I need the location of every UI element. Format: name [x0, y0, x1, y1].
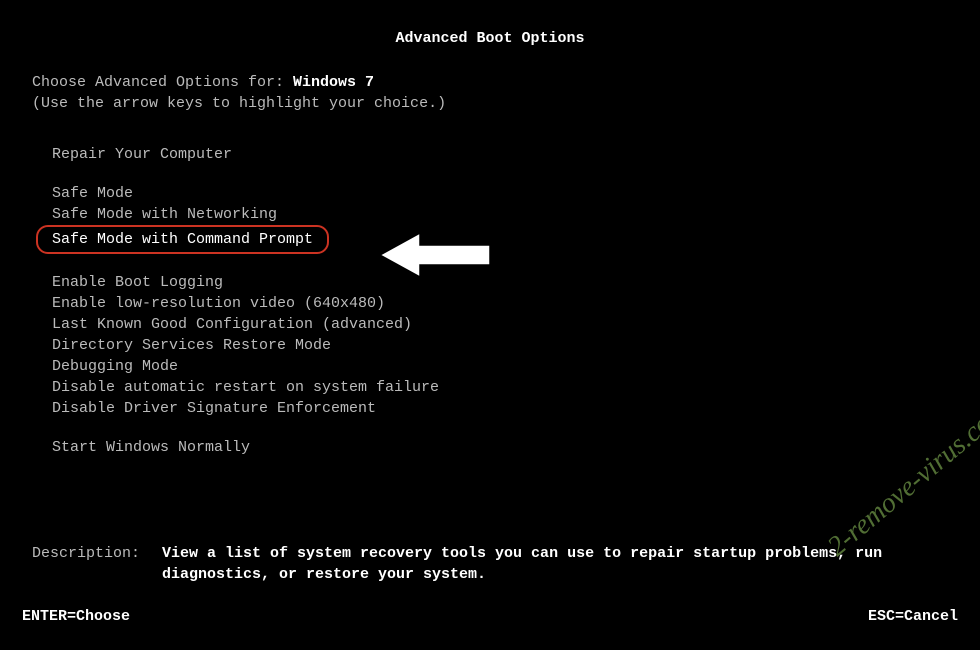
footer-bar: ENTER=Choose ESC=Cancel: [22, 608, 958, 625]
description-block: Description: View a list of system recov…: [32, 543, 948, 585]
description-label: Description:: [32, 543, 162, 585]
menu-item-ds-restore[interactable]: Directory Services Restore Mode: [52, 335, 980, 356]
menu-item-safe-mode-cmd[interactable]: Safe Mode with Command Prompt: [36, 225, 329, 254]
menu-item-disable-restart[interactable]: Disable automatic restart on system fail…: [52, 377, 980, 398]
menu-item-disable-driver-sig[interactable]: Disable Driver Signature Enforcement: [52, 398, 980, 419]
menu-group-safe-mode: Safe Mode Safe Mode with Networking Safe…: [52, 183, 980, 254]
menu-group-normal: Start Windows Normally: [52, 437, 980, 458]
intro-hint: (Use the arrow keys to highlight your ch…: [32, 95, 446, 112]
menu-item-boot-logging[interactable]: Enable Boot Logging: [52, 272, 980, 293]
menu-item-debugging[interactable]: Debugging Mode: [52, 356, 980, 377]
menu-item-last-known-good[interactable]: Last Known Good Configuration (advanced): [52, 314, 980, 335]
menu-item-safe-mode-networking[interactable]: Safe Mode with Networking: [52, 204, 980, 225]
menu-item-safe-mode[interactable]: Safe Mode: [52, 183, 980, 204]
menu-item-safe-mode-cmd-wrapper[interactable]: Safe Mode with Command Prompt: [52, 225, 980, 254]
footer-esc: ESC=Cancel: [868, 608, 958, 625]
intro-block: Choose Advanced Options for: Windows 7 (…: [0, 72, 980, 114]
menu-item-low-res[interactable]: Enable low-resolution video (640x480): [52, 293, 980, 314]
footer-enter: ENTER=Choose: [22, 608, 130, 625]
menu-group-advanced: Enable Boot Logging Enable low-resolutio…: [52, 272, 980, 419]
boot-options-screen: Advanced Boot Options Choose Advanced Op…: [0, 0, 980, 650]
description-text: View a list of system recovery tools you…: [162, 543, 948, 585]
os-name: Windows 7: [293, 74, 374, 91]
page-title: Advanced Boot Options: [0, 0, 980, 72]
menu-group-repair: Repair Your Computer: [52, 144, 980, 165]
boot-menu[interactable]: Repair Your Computer Safe Mode Safe Mode…: [0, 114, 980, 458]
menu-item-start-normally[interactable]: Start Windows Normally: [52, 437, 980, 458]
menu-item-repair[interactable]: Repair Your Computer: [52, 144, 980, 165]
intro-label: Choose Advanced Options for:: [32, 74, 293, 91]
